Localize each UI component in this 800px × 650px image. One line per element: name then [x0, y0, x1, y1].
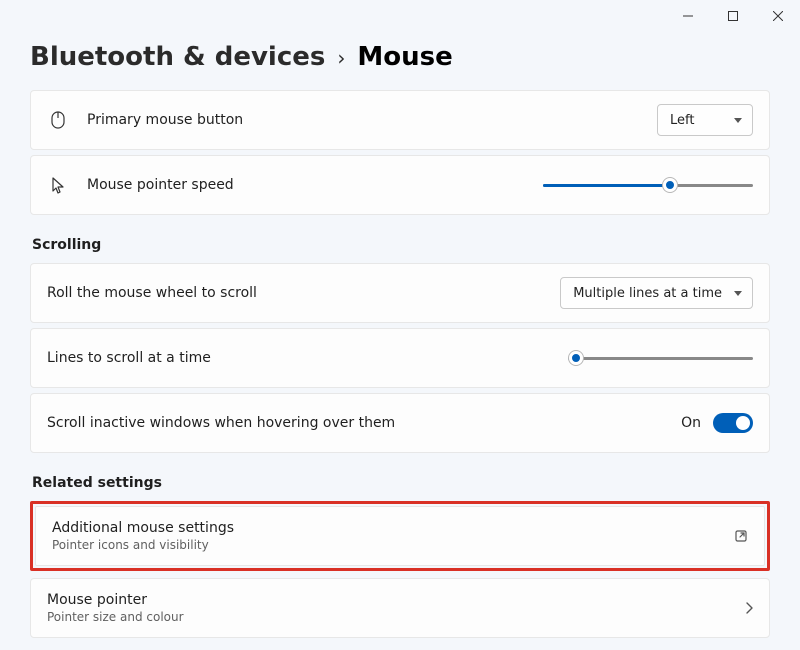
section-heading-scrolling: Scrolling: [32, 237, 770, 253]
window-controls: [665, 0, 800, 32]
highlight-box: Additional mouse settings Pointer icons …: [30, 501, 770, 571]
primary-button-dropdown[interactable]: Left: [657, 104, 753, 136]
link-title: Additional mouse settings: [52, 520, 726, 536]
setting-pointer-speed: Mouse pointer speed: [30, 155, 770, 215]
link-subtitle: Pointer icons and visibility: [52, 538, 726, 552]
section-heading-related: Related settings: [32, 475, 770, 491]
maximize-button[interactable]: [710, 0, 755, 32]
inactive-scroll-toggle[interactable]: On: [681, 413, 753, 433]
lines-scroll-slider[interactable]: [568, 348, 753, 368]
toggle-state-label: On: [681, 415, 701, 431]
setting-label: Roll the mouse wheel to scroll: [47, 285, 560, 301]
setting-label: Lines to scroll at a time: [47, 350, 568, 366]
dropdown-value: Left: [670, 113, 694, 128]
dropdown-value: Multiple lines at a time: [573, 286, 722, 301]
cursor-icon: [47, 176, 69, 194]
pointer-speed-slider[interactable]: [543, 175, 753, 195]
setting-label: Scroll inactive windows when hovering ov…: [47, 415, 681, 431]
link-mouse-pointer[interactable]: Mouse pointer Pointer size and colour: [30, 578, 770, 638]
scroll-mode-dropdown[interactable]: Multiple lines at a time: [560, 277, 753, 309]
breadcrumb-current: Mouse: [357, 42, 452, 72]
toggle-switch[interactable]: [713, 413, 753, 433]
slider-track: [568, 357, 753, 360]
settings-content: Primary mouse button Left Mouse pointer …: [0, 90, 800, 650]
slider-thumb[interactable]: [569, 351, 583, 365]
setting-label: Primary mouse button: [87, 112, 657, 128]
chevron-right-icon: ›: [337, 46, 345, 70]
external-link-icon: [734, 529, 748, 543]
setting-scroll-mode: Roll the mouse wheel to scroll Multiple …: [30, 263, 770, 323]
breadcrumb-parent[interactable]: Bluetooth & devices: [30, 42, 325, 72]
link-title: Mouse pointer: [47, 592, 737, 608]
setting-inactive-scroll: Scroll inactive windows when hovering ov…: [30, 393, 770, 453]
close-button[interactable]: [755, 0, 800, 32]
setting-label: Mouse pointer speed: [87, 177, 543, 193]
setting-lines-to-scroll: Lines to scroll at a time: [30, 328, 770, 388]
link-additional-mouse-settings[interactable]: Additional mouse settings Pointer icons …: [35, 506, 765, 566]
mouse-icon: [47, 111, 69, 129]
setting-primary-button: Primary mouse button Left: [30, 90, 770, 150]
chevron-right-icon: [745, 602, 753, 614]
link-subtitle: Pointer size and colour: [47, 610, 737, 624]
minimize-button[interactable]: [665, 0, 710, 32]
slider-fill: [543, 184, 673, 187]
slider-thumb[interactable]: [663, 178, 677, 192]
